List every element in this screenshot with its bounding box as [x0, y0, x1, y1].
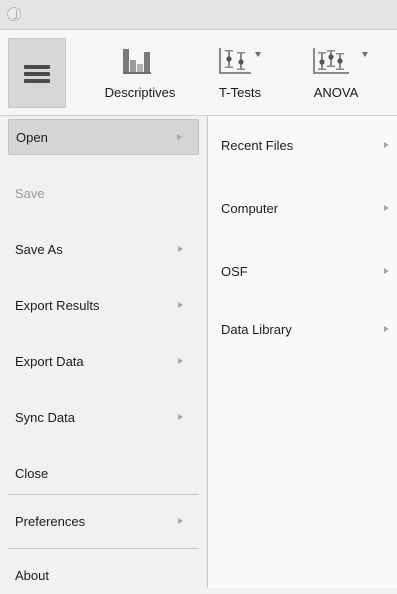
- submenu-item-osf[interactable]: OSF: [214, 254, 395, 290]
- submenu-arrow-icon: [178, 302, 183, 308]
- menu-item-label: Export Data: [15, 354, 84, 369]
- menu-item-label: About: [15, 568, 49, 583]
- menu-item-close[interactable]: Close: [8, 456, 199, 492]
- submenu-arrow-icon: [178, 518, 183, 524]
- menu-item-label: Open: [16, 130, 48, 145]
- menu-item-label: Save: [15, 186, 45, 201]
- submenu-item-label: Data Library: [221, 322, 292, 337]
- menu-item-sync-data[interactable]: Sync Data: [8, 400, 199, 436]
- menu-item-preferences[interactable]: Preferences: [8, 504, 199, 540]
- submenu-arrow-icon: [177, 134, 182, 140]
- menu-divider: [8, 548, 199, 549]
- menu-item-export-data[interactable]: Export Data: [8, 344, 199, 380]
- main-menu-button[interactable]: [8, 38, 66, 108]
- submenu-item-label: Computer: [221, 201, 279, 216]
- anova-icon: [313, 48, 349, 74]
- ttests-icon: [219, 48, 251, 74]
- anova-label: ANOVA: [313, 85, 359, 100]
- app-logo-icon: [7, 7, 21, 21]
- menu-item-label: Export Results: [15, 298, 100, 313]
- file-menu: Open Save Save As Export Results Export …: [0, 116, 208, 588]
- ribbon-toolbar: Descriptives T-Tests ANOVA: [0, 30, 397, 116]
- submenu-item-data-library[interactable]: Data Library: [214, 312, 395, 348]
- ttests-dropdown-caret-icon: [255, 52, 261, 57]
- hamburger-menu-icon: [24, 65, 50, 83]
- submenu-item-recent-files[interactable]: Recent Files: [214, 128, 395, 164]
- menu-item-label: Preferences: [15, 514, 86, 529]
- descriptives-label: Descriptives: [104, 85, 176, 100]
- submenu-item-label: OSF: [221, 264, 248, 279]
- menu-item-about[interactable]: About: [8, 558, 199, 594]
- submenu-arrow-icon: [384, 326, 389, 332]
- menu-item-save-as[interactable]: Save As: [8, 232, 199, 268]
- submenu-arrow-icon: [384, 142, 389, 148]
- descriptives-button[interactable]: Descriptives: [98, 38, 182, 108]
- menu-item-label: Close: [15, 466, 49, 481]
- menu-divider: [8, 494, 199, 495]
- menu-item-export-results[interactable]: Export Results: [8, 288, 199, 324]
- ttests-label: T-Tests: [219, 85, 261, 100]
- menu-item-label: Save As: [15, 242, 63, 257]
- menu-item-label: Sync Data: [15, 410, 75, 425]
- submenu-arrow-icon: [178, 358, 183, 364]
- submenu-arrow-icon: [384, 268, 389, 274]
- menu-item-save[interactable]: Save: [8, 176, 199, 212]
- descriptives-icon: [123, 49, 151, 74]
- anova-dropdown-caret-icon: [362, 52, 368, 57]
- submenu-arrow-icon: [178, 246, 183, 252]
- menu-item-open[interactable]: Open: [8, 119, 199, 155]
- ttests-button[interactable]: T-Tests: [211, 38, 269, 108]
- title-bar: [0, 0, 397, 30]
- submenu-item-label: Recent Files: [221, 138, 294, 153]
- submenu-arrow-icon: [384, 205, 389, 211]
- submenu-arrow-icon: [178, 414, 183, 420]
- open-submenu: Recent Files Computer OSF Data Library: [208, 116, 397, 588]
- anova-button[interactable]: ANOVA: [305, 38, 368, 108]
- submenu-item-computer[interactable]: Computer: [214, 191, 395, 227]
